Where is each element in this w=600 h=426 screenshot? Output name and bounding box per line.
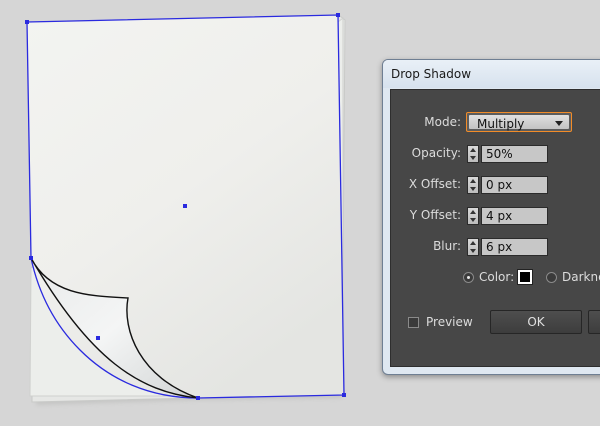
dialog-title: Drop Shadow bbox=[391, 67, 472, 81]
preview-label: Preview bbox=[426, 315, 473, 329]
darkness-radio[interactable] bbox=[546, 272, 557, 283]
stepper-up-icon bbox=[470, 210, 476, 214]
drop-shadow-dialog: Drop Shadow Mode: Multiply Opacity: 50% … bbox=[382, 59, 600, 375]
opacity-label: Opacity: bbox=[411, 146, 461, 160]
stepper-up-icon bbox=[470, 241, 476, 245]
x-offset-label: X Offset: bbox=[408, 177, 461, 191]
x-offset-stepper[interactable] bbox=[467, 176, 479, 194]
blur-label: Blur: bbox=[433, 239, 461, 253]
shadow-color-swatch[interactable] bbox=[517, 269, 533, 285]
dialog-body: Mode: Multiply Opacity: 50% X Offset: 0 … bbox=[390, 89, 600, 367]
cancel-button[interactable] bbox=[588, 310, 600, 334]
mode-dropdown-face: Multiply bbox=[469, 115, 569, 131]
preview-checkbox[interactable] bbox=[408, 317, 419, 328]
mode-dropdown[interactable]: Multiply bbox=[466, 112, 572, 132]
ok-button[interactable]: OK bbox=[490, 310, 582, 334]
darkness-label: Darkne bbox=[562, 270, 600, 284]
swatch-fill bbox=[520, 272, 530, 282]
dialog-titlebar[interactable]: Drop Shadow bbox=[383, 60, 600, 88]
mode-label: Mode: bbox=[424, 115, 461, 129]
x-offset-input[interactable]: 0 px bbox=[481, 176, 548, 194]
y-offset-label: Y Offset: bbox=[409, 208, 461, 222]
blur-stepper[interactable] bbox=[467, 238, 479, 256]
y-offset-input[interactable]: 4 px bbox=[481, 207, 548, 225]
mode-value: Multiply bbox=[477, 117, 525, 131]
color-radio[interactable] bbox=[463, 272, 474, 283]
stepper-up-icon bbox=[470, 179, 476, 183]
opacity-stepper[interactable] bbox=[467, 145, 479, 163]
y-offset-stepper[interactable] bbox=[467, 207, 479, 225]
stepper-down-icon bbox=[470, 218, 476, 222]
stepper-down-icon bbox=[470, 187, 476, 191]
chevron-down-icon bbox=[555, 121, 563, 126]
opacity-input[interactable]: 50% bbox=[481, 145, 548, 163]
stepper-down-icon bbox=[470, 156, 476, 160]
stepper-up-icon bbox=[470, 148, 476, 152]
color-label: Color: bbox=[479, 270, 515, 284]
blur-input[interactable]: 6 px bbox=[481, 238, 548, 256]
stepper-down-icon bbox=[470, 249, 476, 253]
